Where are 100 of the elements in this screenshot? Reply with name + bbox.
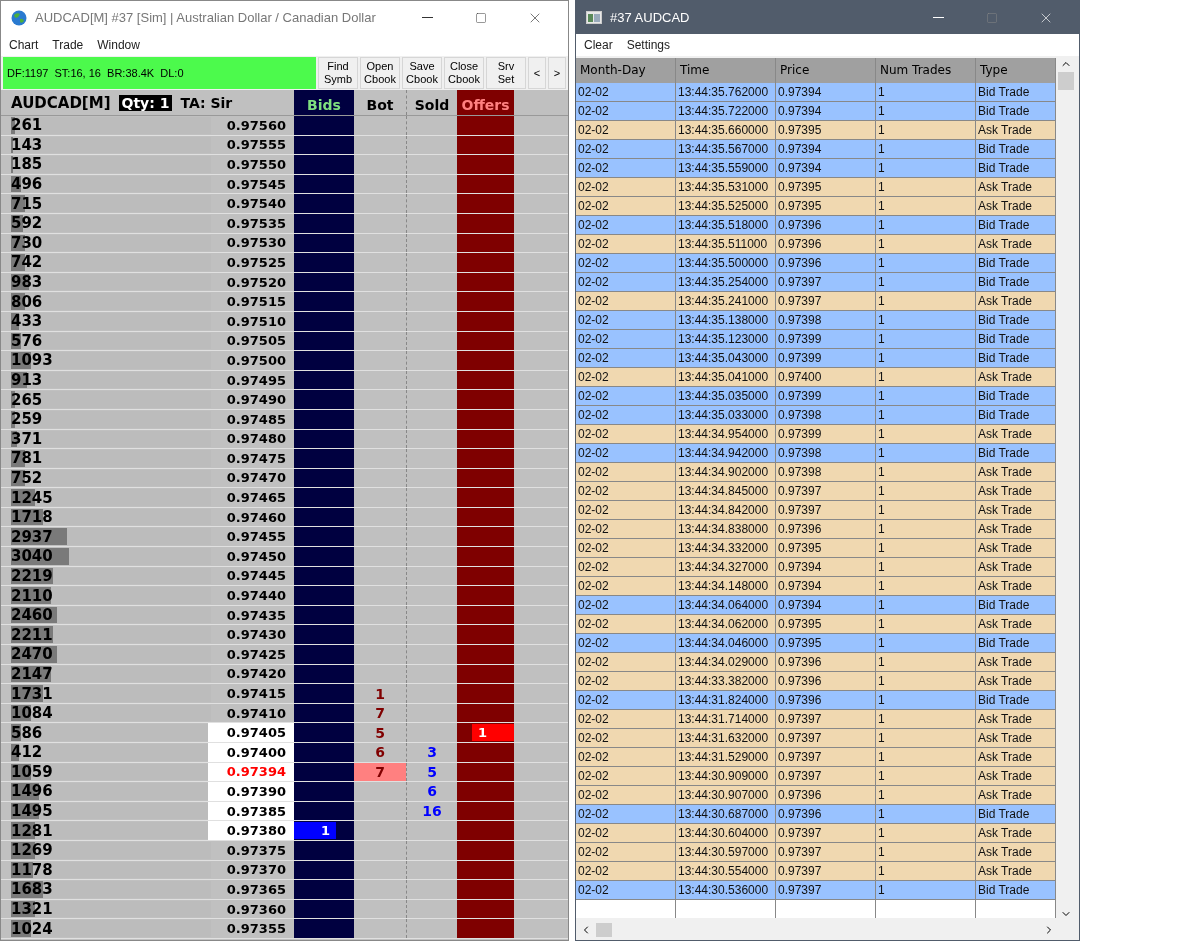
- quantity-label[interactable]: Qty: 1: [118, 94, 173, 111]
- price-value: 0.97370: [226, 862, 286, 878]
- toolbar-button[interactable]: Find Symb: [318, 57, 358, 89]
- table-cell: 13:44:31.632000: [676, 729, 776, 747]
- offers-column-cell[interactable]: [457, 645, 514, 664]
- offers-column-cell[interactable]: [457, 155, 514, 174]
- bids-column-cell[interactable]: [294, 645, 354, 664]
- table-cell: 1: [876, 501, 976, 519]
- table-cell: 1: [876, 216, 976, 234]
- scroll-button[interactable]: >: [548, 57, 566, 89]
- offers-column-cell[interactable]: [457, 292, 514, 311]
- offer-order[interactable]: 1: [472, 724, 514, 742]
- menu-item[interactable]: Clear: [584, 38, 613, 52]
- table-cell: 02-02: [576, 273, 676, 291]
- table-cell: 0.97394: [776, 159, 876, 177]
- table-cell: 0.97397: [776, 710, 876, 728]
- table-cell: 1: [876, 482, 976, 500]
- offers-column-cell[interactable]: 1: [457, 723, 514, 742]
- table-cell: 02-02: [576, 254, 676, 272]
- scroll-button[interactable]: <: [528, 57, 546, 89]
- scrollbar-thumb[interactable]: [1058, 72, 1074, 90]
- bids-column-cell[interactable]: [294, 527, 354, 547]
- bids-column-cell[interactable]: [294, 449, 354, 468]
- table-cell: 13:44:34.942000: [676, 444, 776, 462]
- menu-item[interactable]: Trade: [52, 38, 84, 52]
- offers-column-cell[interactable]: [457, 586, 514, 605]
- table-cell: 13:44:30.536000: [676, 881, 776, 899]
- bid-order[interactable]: 1: [294, 822, 336, 840]
- account-label: TA: Sir: [180, 94, 233, 111]
- offers-column-cell[interactable]: [457, 684, 514, 703]
- toolbar-button[interactable]: Open Cbook: [360, 57, 400, 89]
- bids-column-cell[interactable]: [294, 723, 354, 742]
- price-value: 0.97355: [226, 921, 286, 937]
- bids-column-cell[interactable]: [294, 253, 354, 272]
- bids-column-cell[interactable]: [294, 488, 354, 507]
- offers-column-cell[interactable]: [457, 782, 514, 801]
- volume-value: 143: [11, 135, 43, 154]
- bids-column-cell[interactable]: [294, 880, 354, 899]
- table-cell: 1: [876, 615, 976, 633]
- bids-column-cell[interactable]: [294, 782, 354, 801]
- price-value: 0.97435: [226, 607, 286, 623]
- menu-item[interactable]: Window: [97, 38, 140, 52]
- volume-value: 1281: [11, 821, 53, 840]
- offers-column-cell[interactable]: [457, 880, 514, 899]
- volume-value: 1731: [11, 684, 53, 703]
- table-cell: 0.97395: [776, 197, 876, 215]
- scrollbar-thumb[interactable]: [596, 923, 612, 937]
- offers-column-cell[interactable]: [457, 527, 514, 547]
- table-cell: 0.97394: [776, 558, 876, 576]
- table-cell: 1: [876, 729, 976, 747]
- bids-column-cell[interactable]: [294, 684, 354, 703]
- table-cell: 13:44:34.062000: [676, 615, 776, 633]
- volume-value: 265: [11, 390, 43, 409]
- bids-column-cell[interactable]: [294, 390, 354, 409]
- offers-column-cell[interactable]: [457, 116, 514, 135]
- bids-column-cell[interactable]: [294, 625, 354, 645]
- toolbar-button[interactable]: Srv Set: [486, 57, 526, 89]
- table-cell: 02-02: [576, 539, 676, 557]
- sold-value: 5: [427, 763, 437, 780]
- price-value: 0.97490: [226, 392, 286, 408]
- bids-column-cell[interactable]: [294, 547, 354, 566]
- bids-column-cell[interactable]: [294, 155, 354, 174]
- offers-column-cell[interactable]: [457, 821, 514, 840]
- bids-column-cell[interactable]: [294, 292, 354, 311]
- column-header: Offers: [457, 90, 514, 115]
- offers-column-cell[interactable]: [457, 449, 514, 468]
- price-value: 0.97460: [226, 509, 286, 525]
- offers-column-cell[interactable]: [457, 253, 514, 272]
- volume-value: 261: [11, 116, 43, 135]
- table-cell: 02-02: [576, 501, 676, 519]
- offers-column-cell[interactable]: [457, 390, 514, 409]
- menu-item[interactable]: Settings: [626, 38, 671, 52]
- toolbar-button[interactable]: Close Cbook: [444, 57, 484, 89]
- bids-column-cell[interactable]: [294, 919, 354, 938]
- menu-item[interactable]: Chart: [9, 38, 39, 52]
- volume-value: 752: [11, 469, 43, 487]
- bids-column-cell[interactable]: [294, 743, 354, 762]
- table-cell: 02-02: [576, 140, 676, 158]
- bids-column-cell[interactable]: [294, 351, 354, 370]
- table-cell: 1: [876, 881, 976, 899]
- offers-column-cell[interactable]: [457, 625, 514, 645]
- table-cell: 13:44:34.327000: [676, 558, 776, 576]
- volume-value: 806: [11, 292, 43, 311]
- offers-column-cell[interactable]: [457, 547, 514, 566]
- table-cell: 02-02: [576, 159, 676, 177]
- offers-column-cell[interactable]: [457, 919, 514, 938]
- table-cell: 0.97396: [776, 520, 876, 538]
- toolbar-button[interactable]: Save Cbook: [402, 57, 442, 89]
- offers-column-cell[interactable]: [457, 743, 514, 762]
- offers-column-cell[interactable]: [457, 488, 514, 507]
- table-cell: 13:44:35.559000: [676, 159, 776, 177]
- bids-column-cell[interactable]: [294, 194, 354, 213]
- bids-column-cell[interactable]: [294, 116, 354, 135]
- bids-column-cell[interactable]: 1: [294, 821, 354, 840]
- offers-column-cell[interactable]: [457, 194, 514, 213]
- table-cell: 02-02: [576, 83, 676, 101]
- table-cell: 1: [876, 140, 976, 158]
- table-cell: 0.97397: [776, 748, 876, 766]
- offers-column-cell[interactable]: [457, 351, 514, 370]
- bids-column-cell[interactable]: [294, 586, 354, 605]
